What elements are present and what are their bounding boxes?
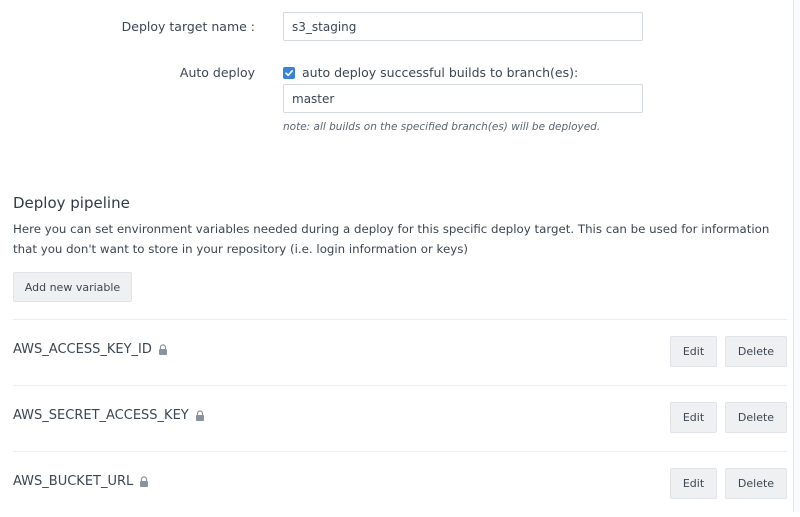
branch-note: note: all builds on the specified branch… bbox=[283, 121, 601, 133]
variable-name: AWS_ACCESS_KEY_ID bbox=[13, 342, 168, 357]
branch-input[interactable] bbox=[283, 84, 643, 113]
add-variable-button[interactable]: Add new variable bbox=[13, 272, 132, 302]
variable-row: AWS_BUCKET_URL Edit Delete bbox=[13, 452, 787, 517]
edit-button[interactable]: Edit bbox=[670, 402, 717, 433]
section-title: Deploy pipeline bbox=[13, 194, 130, 212]
auto-deploy-row: Auto deploy auto deploy successful build… bbox=[0, 62, 790, 142]
checkmark-icon bbox=[285, 70, 293, 77]
target-name-label: Deploy target name : bbox=[121, 19, 255, 34]
edit-button[interactable]: Edit bbox=[670, 468, 717, 499]
lock-icon bbox=[140, 476, 149, 487]
delete-button[interactable]: Delete bbox=[725, 468, 787, 499]
page-right-edge bbox=[793, 0, 800, 512]
auto-deploy-checkbox-label: auto deploy successful builds to branch(… bbox=[302, 65, 579, 80]
lock-icon bbox=[158, 344, 167, 355]
delete-button[interactable]: Delete bbox=[725, 402, 787, 433]
variable-row: AWS_SECRET_ACCESS_KEY Edit Delete bbox=[13, 386, 787, 451]
auto-deploy-label: Auto deploy bbox=[179, 65, 255, 80]
section-description: Here you can set environment variables n… bbox=[13, 222, 770, 256]
auto-deploy-checkbox[interactable] bbox=[283, 67, 295, 79]
lock-icon bbox=[195, 410, 204, 421]
variable-row: AWS_ACCESS_KEY_ID Edit Delete bbox=[13, 320, 787, 385]
edit-button[interactable]: Edit bbox=[670, 336, 717, 367]
delete-button[interactable]: Delete bbox=[725, 336, 787, 367]
target-name-input[interactable] bbox=[283, 12, 643, 41]
variable-name: AWS_SECRET_ACCESS_KEY bbox=[13, 408, 205, 423]
variable-name: AWS_BUCKET_URL bbox=[13, 474, 149, 489]
target-name-row: Deploy target name : bbox=[0, 12, 790, 42]
